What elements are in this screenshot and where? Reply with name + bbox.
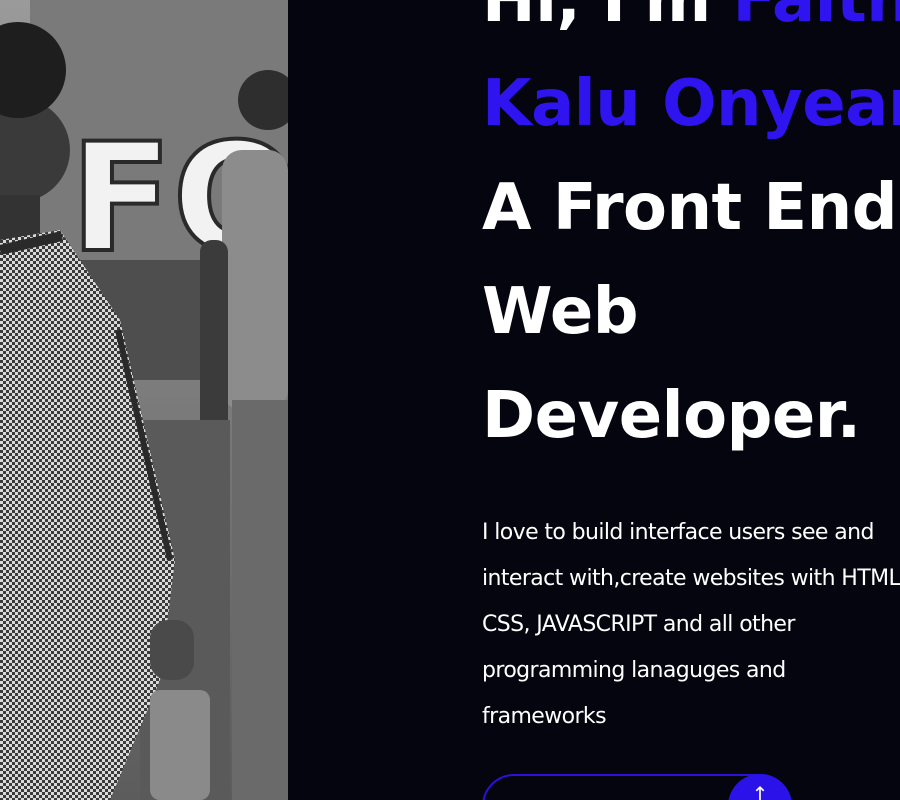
intro-line: I love to build interface users see and [482, 520, 874, 545]
title-line-1: A Front End [482, 171, 897, 245]
intro-line: programming lanaguges and [482, 658, 786, 683]
name-rest-text: Kalu Onyeanu [482, 67, 900, 141]
hero-intro-paragraph: I love to build interface users see and … [482, 510, 900, 740]
profile-photo: FOR [0, 0, 288, 800]
hero-headline: Hi, I'm Faith Kalu Onyeanu A Front End W… [482, 0, 900, 468]
title-line-2: Web [482, 275, 639, 349]
headline-line-1: Hi, I'm Faith [482, 0, 900, 52]
greeting-text: Hi, I'm [482, 0, 711, 37]
intro-line: CSS, JAVASCRIPT and all other [482, 612, 795, 637]
profile-photo-illustration: FOR [0, 0, 288, 800]
title-line-3: Developer. [482, 379, 861, 453]
hero-section: Hi, I'm Faith Kalu Onyeanu A Front End W… [482, 0, 900, 800]
arrow-icon: ↑ [751, 782, 769, 800]
intro-line: interact with,create websites with HTML, [482, 566, 900, 591]
name-first-text: Faith [732, 0, 900, 37]
cta-arrow-circle[interactable]: ↑ [728, 774, 792, 800]
cta-button[interactable]: ↑ [482, 774, 792, 800]
intro-line: frameworks [482, 704, 607, 729]
portfolio-hero-page: FOR Hi, I'm Faith Kalu Onyea [0, 0, 900, 800]
